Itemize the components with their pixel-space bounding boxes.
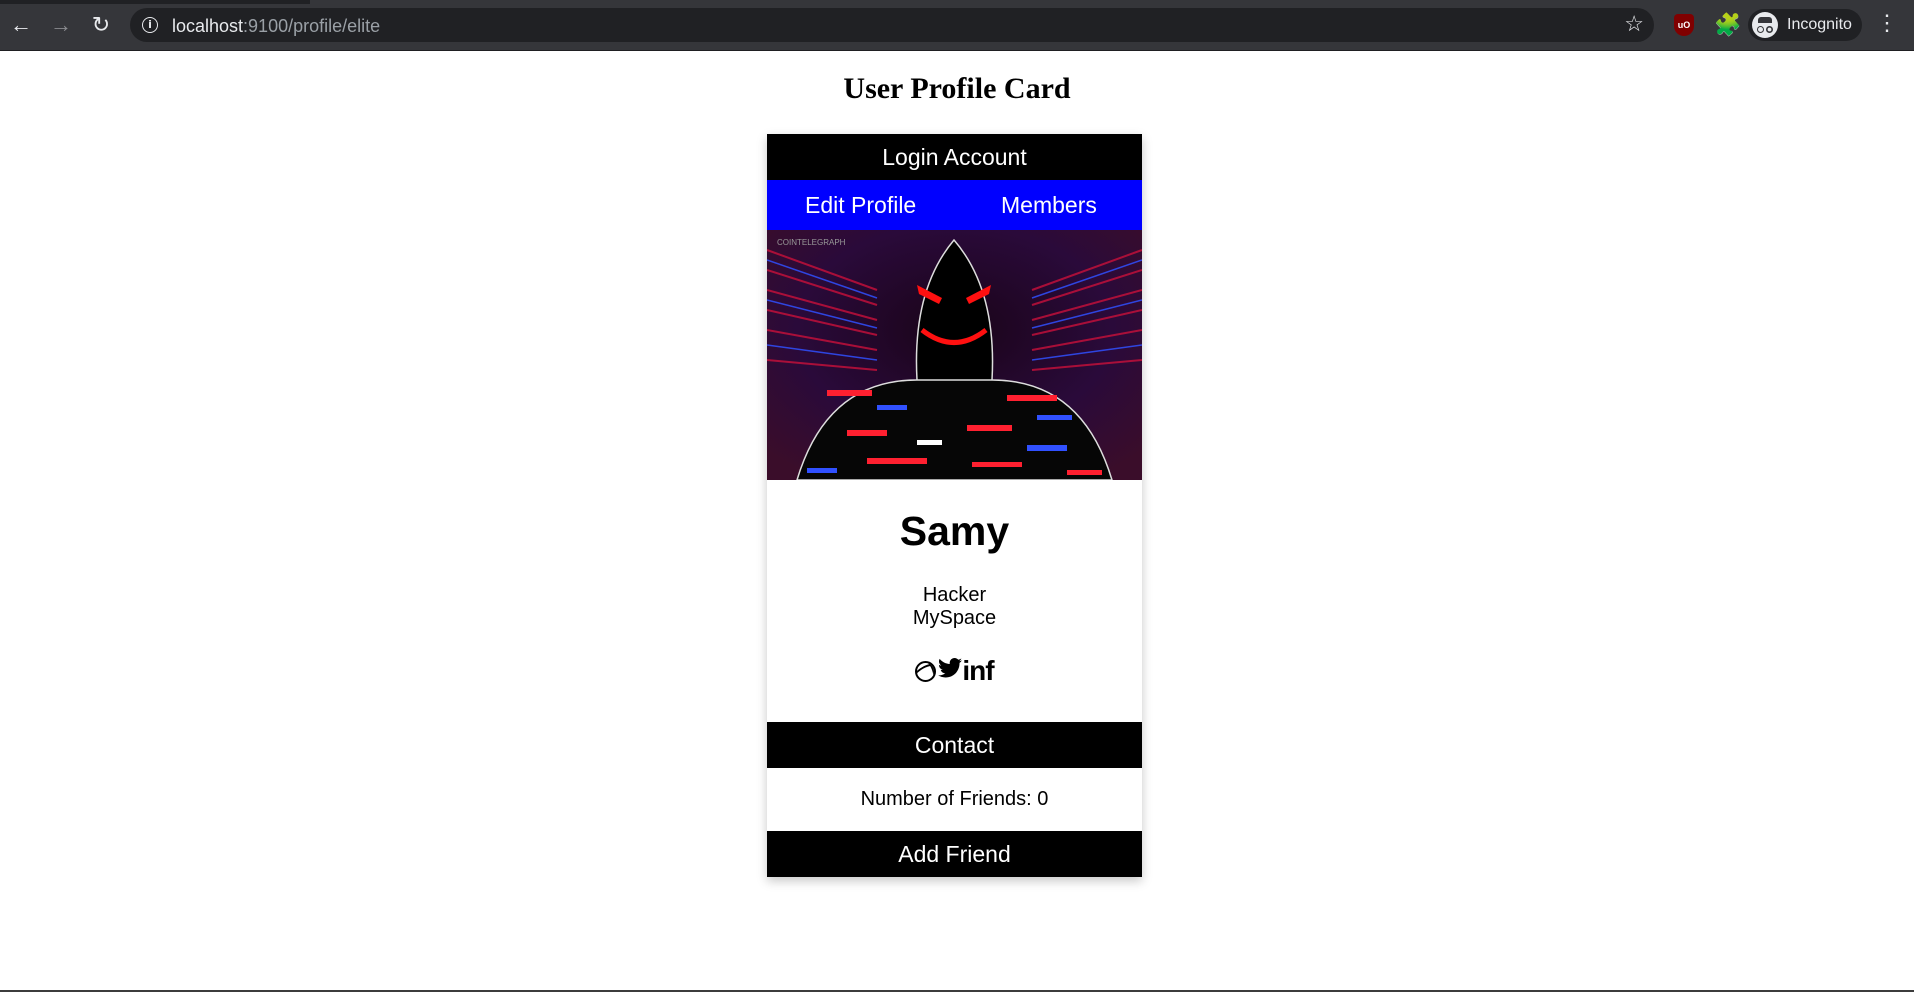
social-links: in f: [767, 656, 1142, 686]
linkedin-icon[interactable]: in: [962, 656, 986, 686]
extensions-puzzle-icon[interactable]: 🧩: [1714, 12, 1741, 38]
browser-menu-icon[interactable]: ⋮: [1876, 12, 1898, 34]
profile-company: MySpace: [912, 607, 997, 629]
dribbble-icon[interactable]: [915, 660, 937, 682]
incognito-icon: [1752, 12, 1778, 38]
reload-icon: ↻: [91, 12, 111, 37]
twitter-icon[interactable]: [938, 656, 963, 686]
card-nav: Edit Profile Members: [767, 180, 1142, 230]
arrow-left-icon: ←: [10, 12, 32, 37]
tab-strip-edge: [310, 0, 1914, 4]
profile-name: Samy: [899, 508, 1010, 554]
login-account-button[interactable]: Login Account: [767, 134, 1142, 180]
address-bar[interactable]: i localhost:9100/profile/elite ☆: [130, 8, 1654, 42]
edit-profile-link[interactable]: Edit Profile: [805, 180, 916, 230]
add-friend-button[interactable]: Add Friend: [767, 831, 1142, 877]
hooded-hacker-illustration: COINTELEGRAPH: [767, 230, 1142, 480]
profile-image: COINTELEGRAPH: [767, 230, 1142, 480]
info-icon[interactable]: i: [142, 17, 158, 33]
url-text[interactable]: localhost:9100/profile/elite: [172, 16, 380, 37]
incognito-profile-button[interactable]: Incognito: [1748, 9, 1862, 41]
incognito-label: Incognito: [1787, 16, 1852, 33]
bookmark-star-icon[interactable]: ☆: [1624, 11, 1644, 37]
forward-button[interactable]: →: [46, 10, 76, 40]
arrow-right-icon: →: [50, 12, 72, 37]
reload-button[interactable]: ↻: [86, 10, 116, 40]
friends-count: Number of Friends: 0: [860, 788, 1049, 810]
ublock-extension-icon[interactable]: uO: [1674, 14, 1694, 36]
contact-button[interactable]: Contact: [767, 722, 1142, 768]
profile-title: Hacker: [922, 584, 987, 606]
members-link[interactable]: Members: [1001, 180, 1097, 230]
url-host: localhost: [172, 16, 244, 36]
back-button[interactable]: ←: [6, 10, 36, 40]
facebook-icon[interactable]: f: [985, 656, 994, 686]
page-title: User Profile Card: [843, 72, 1071, 105]
image-watermark: COINTELEGRAPH: [777, 238, 846, 247]
profile-card: Login Account Edit Profile Members COINT…: [767, 134, 1142, 877]
url-path: :9100/profile/elite: [243, 16, 381, 36]
twitter-bird-shape: [938, 658, 963, 678]
tab-strip: [0, 0, 1914, 4]
browser-toolbar: ← → ↻ i localhost:9100/profile/elite ☆ u…: [0, 0, 1914, 51]
